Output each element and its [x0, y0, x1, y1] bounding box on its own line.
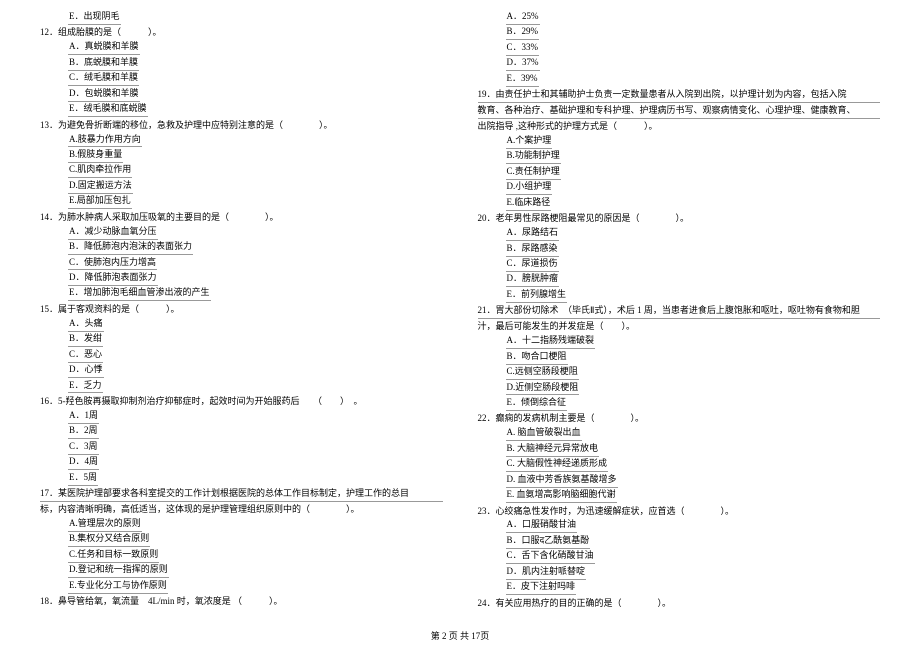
q24-stem: 24．有关应用热疗的目的正确的是（ ）。: [478, 597, 881, 611]
q15-opt: C．恶心: [68, 348, 103, 363]
q23-opt: B．口服द乙酰氨基酚: [506, 534, 591, 549]
q13-stem: 13．为避免骨折断端的移位，急救及护理中应特别注意的是（ ）。: [40, 119, 443, 133]
q17-opt: C.任务和目标一致原则: [68, 548, 159, 563]
q20-opt: A．尿路结石: [506, 226, 560, 241]
q16-opt: E．5周: [68, 471, 98, 486]
q23-stem: 23．心绞痛急性发作时，为迅速缓解症状，应首选（ ）。: [478, 505, 881, 519]
q17-opt: A.管理层次的原则: [68, 517, 142, 532]
q18-opt: B．29%: [506, 25, 540, 40]
q14-opt: D．降低肺泡表面张力: [68, 271, 158, 286]
q17-opt: B.集权分又结合原则: [68, 532, 150, 547]
q23-opt: C．舌下含化硝酸甘油: [506, 549, 595, 564]
q19-opt: B.功能制护理: [506, 149, 561, 164]
q19-opt: C.责任制护理: [506, 165, 561, 180]
q14-opt: A．减少动脉血氧分压: [68, 225, 158, 240]
q21-opt: A．十二指肠残端破裂: [506, 334, 596, 349]
q18-opt: D．37%: [506, 56, 540, 71]
q11-opt-e: E．出现阴毛: [68, 10, 121, 25]
q22-opt: C. 大脑假性神经递质形成: [506, 457, 609, 472]
q18-opt: E．39%: [506, 72, 539, 87]
q19-stem1: 19．由责任护士和其辅助护士负责一定数量患者从入院到出院，以护理计划为内容，包括…: [478, 88, 881, 103]
q15-opt: B．发绀: [68, 332, 103, 347]
q22-opt: E. 血氨增高影响脑细胞代谢: [506, 488, 617, 503]
q19-stem2: 教育、各种治疗、基础护理和专科护理、护理病历书写、观察病情变化、心理护理、健康教…: [478, 104, 881, 119]
q17-opt: E.专业化分工与协作原则: [68, 579, 168, 594]
q14-stem: 14．为肺水肿病人采取加压吸氧的主要目的是（ ）。: [40, 211, 443, 225]
right-column: A．25% B．29% C．33% D．37% E．39% 19．由责任护士和其…: [478, 10, 881, 611]
q15-stem: 15．属于客观资料的是（ ）。: [40, 303, 443, 317]
q21-stem2: 汁，最后可能发生的并发症是（ ）。: [478, 320, 881, 334]
q16-opt: A．1周: [68, 409, 99, 424]
q20-stem: 20．老年男性尿路梗阻最常见的原因是（ ）。: [478, 212, 881, 226]
q16-stem: 16．5-羟色胺再摄取抑制剂治疗抑郁症时，起效时间为开始服药后 （ ） 。: [40, 395, 443, 409]
q21-opt: C.远侧空肠段梗阻: [506, 365, 579, 380]
q13-opt: A.肢暴力作用方向: [68, 133, 142, 148]
q19-stem3: 出院指导 ,这种形式的护理方式是（ ）。: [478, 120, 881, 134]
page-number: 第 2 页 共 17页: [0, 629, 920, 642]
q17-stem2: 标，内容清晰明确，高低适当，这体现的是护理管理组织原则中的（ ）。: [40, 503, 443, 517]
q14-opt: B．降低肺泡内泡沫的表面张力: [68, 240, 193, 255]
q15-opt: A．头痛: [68, 317, 104, 332]
q18-opt: C．33%: [506, 41, 540, 56]
q12-opt: D．包蜕膜和羊膜: [68, 87, 140, 102]
q19-opt: D.小组护理: [506, 180, 553, 195]
q15-opt: E．乏力: [68, 379, 103, 394]
q21-opt: D.近侧空肠段梗阻: [506, 381, 580, 396]
q16-opt: C．3周: [68, 440, 99, 455]
q21-stem1: 21．胃大部份切除术 （毕氏Ⅱ式），术后 1 周，当患者进食后上腹饱胀和呕吐，呕…: [478, 304, 881, 319]
q16-opt: B．2周: [68, 424, 99, 439]
q17-stem1: 17．某医院护理部要求各科室提交的工作计划根据医院的总体工作目标制定，护理工作的…: [40, 487, 443, 502]
q21-opt: B．吻合口梗阻: [506, 350, 568, 365]
q22-opt: A. 脑血管破裂出血: [506, 426, 582, 441]
q12-opt: B．底蜕膜和羊膜: [68, 56, 139, 71]
q12-opt: C．绒毛膜和羊膜: [68, 71, 139, 86]
q13-opt: B.假肢身重量: [68, 148, 123, 163]
q13-opt: D.固定搬运方法: [68, 179, 133, 194]
q23-opt: E．皮下注射吗啡: [506, 580, 577, 595]
q20-opt: C．尿道损伤: [506, 257, 559, 272]
q13-opt: C.肌肉牵拉作用: [68, 163, 132, 178]
q18-opt: A．25%: [506, 10, 540, 25]
q19-opt: E.临床路径: [506, 196, 552, 211]
q21-opt: E．倾倒综合征: [506, 396, 568, 411]
q22-opt: D. 血液中芳香族氨基酸增多: [506, 473, 618, 488]
q22-opt: B. 大脑神经元异常放电: [506, 442, 600, 457]
q17-opt: D.登记和统一指挥的原则: [68, 563, 169, 578]
q16-opt: D．4周: [68, 455, 99, 470]
q23-opt: A．口服硝酸甘油: [506, 518, 578, 533]
q12-opt: A．真蜕膜和羊膜: [68, 40, 140, 55]
q20-opt: B．尿路感染: [506, 242, 559, 257]
q13-opt: E.局部加压包扎: [68, 194, 132, 209]
q15-opt: D．心悸: [68, 363, 104, 378]
q12-stem: 12．组成胎膜的是（ ）。: [40, 26, 443, 40]
q14-opt: C．使肺泡内压力增高: [68, 256, 157, 271]
left-column: E．出现阴毛 12．组成胎膜的是（ ）。 A．真蜕膜和羊膜 B．底蜕膜和羊膜 C…: [40, 10, 443, 611]
q14-opt: E．增加肺泡毛细血管渗出液的产生: [68, 286, 211, 301]
q20-opt: D．膀胱肿瘤: [506, 272, 560, 287]
q22-stem: 22．癫痫的发病机制主要是（ ）。: [478, 412, 881, 426]
q20-opt: E．前列腺增生: [506, 288, 568, 303]
q23-opt: D．肌内注射哌替啶: [506, 565, 587, 580]
q19-opt: A.个案护理: [506, 134, 553, 149]
q12-opt: E．绒毛膜和底蜕膜: [68, 102, 148, 117]
q18-stem: 18．鼻导管给氧，氧流量 4L/min 时，氧浓度是 （ ）。: [40, 595, 443, 609]
